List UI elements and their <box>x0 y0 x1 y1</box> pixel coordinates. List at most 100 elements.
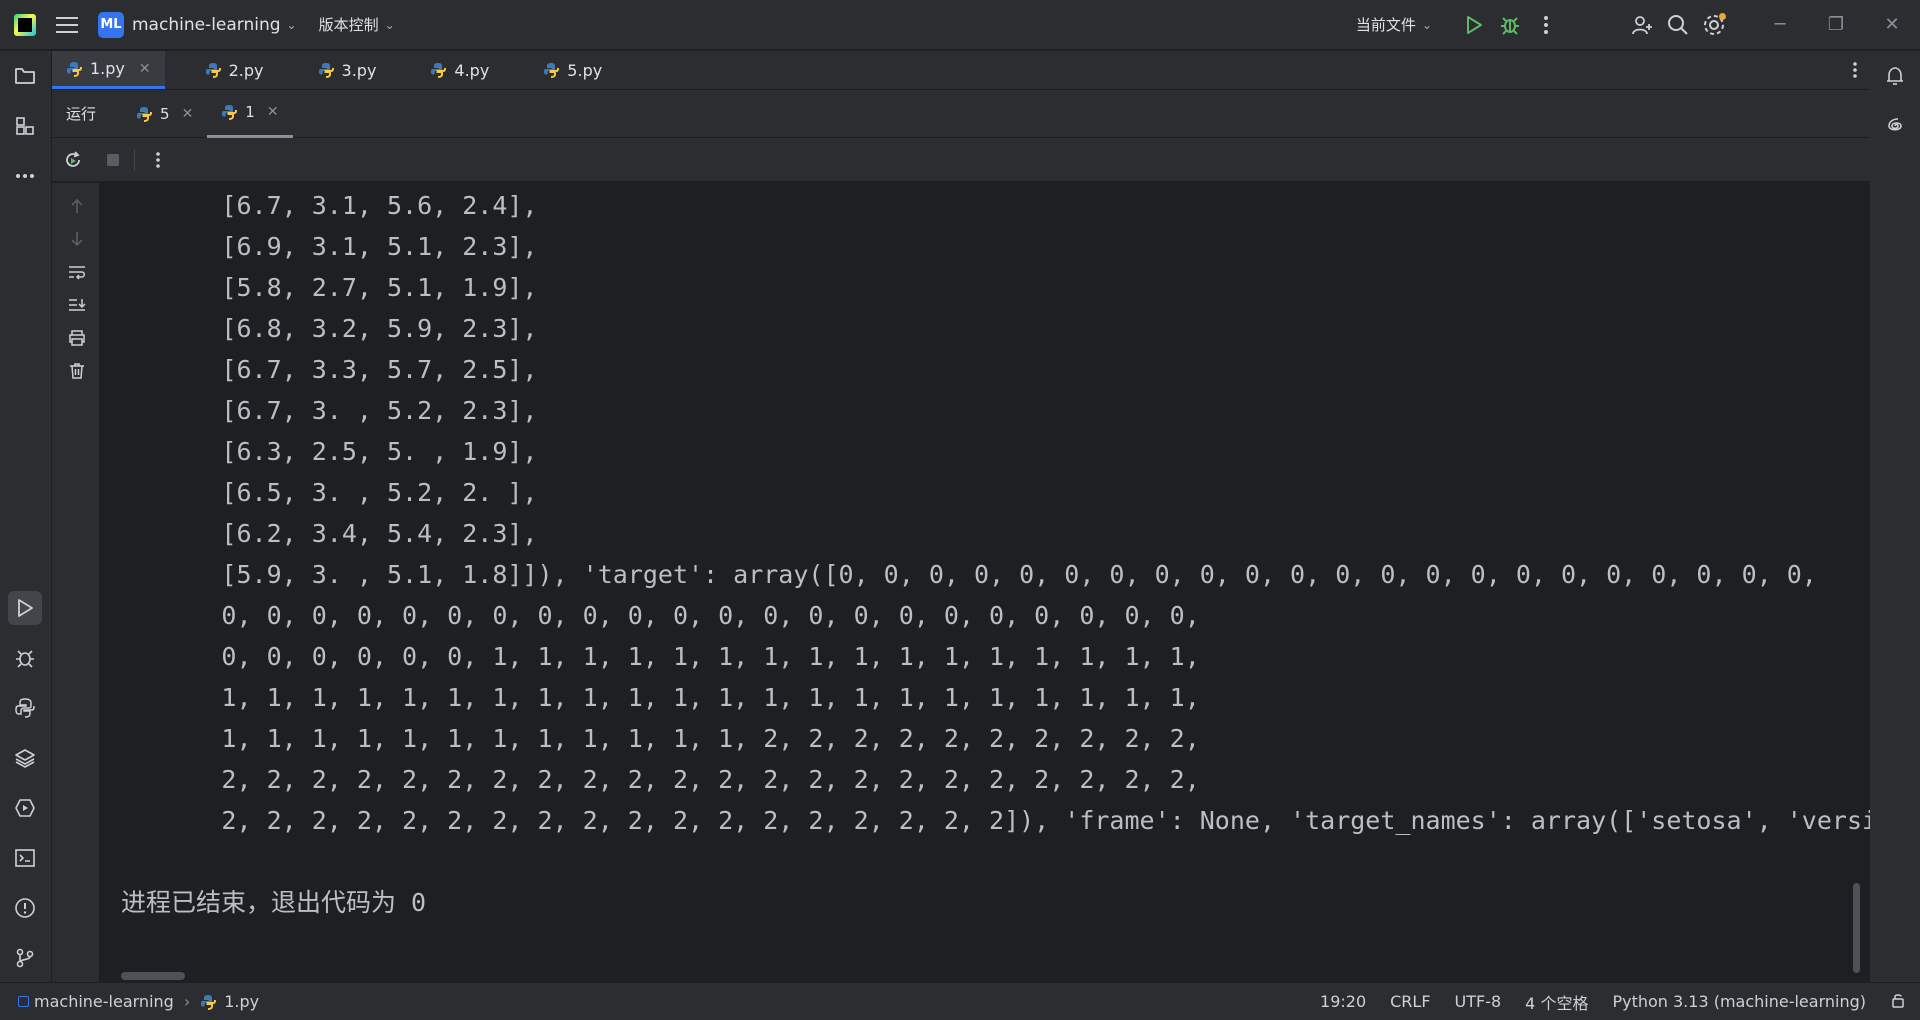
python-file-icon <box>205 62 221 78</box>
notification-dot <box>1719 12 1726 20</box>
more-actions-button[interactable] <box>1528 7 1564 43</box>
console-output[interactable]: [6.7, 3.1, 5.6, 2.4], [6.9, 3.1, 5.1, 2.… <box>101 183 1870 982</box>
title-bar: ML machine-learning ⌄ 版本控制 ⌄ 当前文件 ⌄ ─ ❐ … <box>0 0 1920 50</box>
project-badge: ML <box>98 11 124 38</box>
add-user-button[interactable] <box>1624 7 1660 43</box>
scroll-to-end-icon <box>69 299 86 311</box>
git-tool-button[interactable] <box>8 941 42 975</box>
editor-tab-1-py[interactable]: 1.py ✕ <box>52 51 165 89</box>
more-vertical-icon <box>1853 62 1857 78</box>
arrow-down-icon <box>71 232 83 247</box>
ai-assistant-button[interactable] <box>1878 109 1912 143</box>
debug-tool-button[interactable] <box>8 641 42 675</box>
run-tool-button[interactable] <box>8 591 42 625</box>
editor-tab-4-py[interactable]: 4.py <box>416 51 503 89</box>
editor-tab-2-py[interactable]: 2.py <box>191 51 278 89</box>
right-tool-window-bar <box>1869 51 1920 982</box>
terminal-tool-button[interactable] <box>8 841 42 875</box>
notifications-button[interactable] <box>1878 59 1912 93</box>
more-tools-button[interactable] <box>8 159 42 193</box>
caret-position[interactable]: 19:20 <box>1320 992 1366 1011</box>
scroll-to-end-button[interactable] <box>64 292 90 318</box>
module-icon <box>18 996 29 1007</box>
python-file-icon <box>221 104 238 120</box>
stop-button[interactable] <box>96 143 130 177</box>
restore-button[interactable]: ❐ <box>1808 0 1864 50</box>
python-interpreter[interactable]: Python 3.13 (machine-learning) <box>1612 992 1866 1011</box>
project-switcher[interactable]: ML machine-learning ⌄ <box>98 11 297 38</box>
more-horizontal-icon <box>16 174 34 178</box>
python-file-icon <box>430 62 447 78</box>
console-side-toolbar <box>52 183 100 982</box>
git-branch-icon <box>16 948 34 968</box>
file-encoding[interactable]: UTF-8 <box>1455 992 1502 1011</box>
folder-icon <box>15 68 35 84</box>
scroll-up-button[interactable] <box>64 193 90 219</box>
horizontal-scrollbar[interactable] <box>121 972 185 980</box>
minimize-button[interactable]: ─ <box>1752 0 1808 50</box>
main-menu-icon[interactable] <box>56 16 78 33</box>
editor-tab-bar: 1.py ✕ 2.py 3.py 4.py 5.py <box>52 51 1870 90</box>
more-vertical-icon <box>1544 15 1548 34</box>
close-icon[interactable]: ✕ <box>139 61 151 77</box>
run-config-label: 当前文件 <box>1355 16 1416 34</box>
python-console-button[interactable] <box>8 691 42 725</box>
stop-icon <box>107 153 119 166</box>
run-config-selector[interactable]: 当前文件 ⌄ <box>1356 14 1432 35</box>
editor-tab-label: 5.py <box>567 60 603 80</box>
breadcrumb-project-label: machine-learning <box>34 992 174 1011</box>
run-tab-label: 1 <box>245 103 255 121</box>
scroll-down-button[interactable] <box>64 226 90 252</box>
exit-message: 进程已结束，退出代码为 0 <box>121 888 427 917</box>
editor-tab-label: 2.py <box>228 60 264 80</box>
vcs-menu-button[interactable]: 版本控制 ⌄ <box>319 14 395 35</box>
editor-tab-3-py[interactable]: 3.py <box>304 51 391 89</box>
printer-icon <box>69 330 85 346</box>
search-icon <box>1668 14 1688 35</box>
problems-tool-button[interactable] <box>8 891 42 925</box>
run-tab-1[interactable]: 1 ✕ <box>207 90 293 138</box>
chevron-down-icon: ⌄ <box>286 17 297 32</box>
breadcrumb-project[interactable]: machine-learning <box>18 992 174 1011</box>
soft-wrap-button[interactable] <box>64 259 90 285</box>
search-button[interactable] <box>1660 7 1696 43</box>
trash-icon <box>70 363 84 379</box>
print-button[interactable] <box>64 325 90 351</box>
lock-icon[interactable] <box>1890 992 1906 1012</box>
settings-button[interactable] <box>1696 7 1732 43</box>
chevron-down-icon: ⌄ <box>1421 17 1432 32</box>
bell-icon <box>1887 67 1903 85</box>
services-tool-button[interactable] <box>8 791 42 825</box>
layers-tool-button[interactable] <box>8 741 42 775</box>
bug-icon <box>1501 16 1519 35</box>
indent-setting[interactable]: 4 个空格 <box>1525 990 1588 1014</box>
vcs-label: 版本控制 <box>318 16 379 34</box>
close-icon[interactable]: ✕ <box>267 104 279 120</box>
structure-tool-button[interactable] <box>8 109 42 143</box>
project-name: machine-learning <box>132 14 281 35</box>
structure-icon <box>16 117 34 135</box>
run-tab-5[interactable]: 5 ✕ <box>122 90 207 138</box>
run-button[interactable] <box>1456 7 1492 43</box>
close-icon[interactable]: ✕ <box>182 106 194 122</box>
editor-tab-label: 1.py <box>90 59 125 78</box>
run-options-button[interactable] <box>141 143 175 177</box>
breadcrumb-file[interactable]: 1.py <box>200 992 259 1011</box>
project-tool-button[interactable] <box>8 59 42 93</box>
python-file-icon <box>136 106 153 122</box>
clear-console-button[interactable] <box>64 358 90 384</box>
debug-button[interactable] <box>1492 7 1528 43</box>
status-bar: machine-learning › 1.py 19:20 CRLF UTF-8… <box>0 982 1920 1020</box>
vertical-scrollbar[interactable] <box>1853 883 1860 973</box>
rerun-button[interactable] <box>56 143 90 177</box>
editor-tab-5-py[interactable]: 5.py <box>529 51 616 89</box>
editor-tab-label: 4.py <box>454 60 490 80</box>
line-separator[interactable]: CRLF <box>1390 992 1430 1011</box>
services-icon <box>15 799 35 817</box>
tab-options-button[interactable] <box>1852 51 1858 89</box>
close-window-button[interactable]: ✕ <box>1864 0 1920 50</box>
terminal-icon <box>15 849 35 867</box>
arrow-up-icon <box>71 198 83 213</box>
python-file-icon <box>66 61 82 77</box>
run-panel-title: 运行 <box>66 105 97 123</box>
